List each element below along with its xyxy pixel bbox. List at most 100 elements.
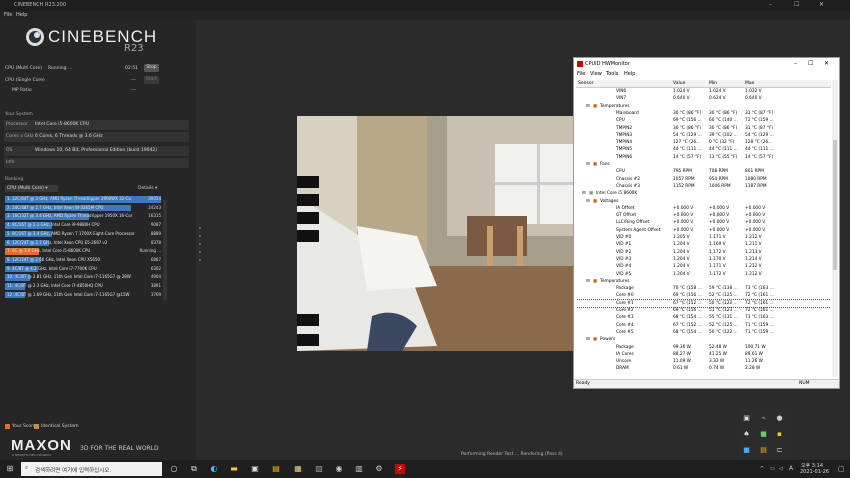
- hw-scrollbar-thumb[interactable]: [833, 140, 837, 270]
- gear-icon[interactable]: ⚙: [374, 464, 384, 474]
- tray-chevron-icon[interactable]: ^: [760, 466, 764, 472]
- ranking-item[interactable]: 2. 24C/48T @ 2.7 GHz, Intel Xeon W-3265M…: [5, 204, 161, 212]
- close-button[interactable]: ✕: [819, 1, 824, 8]
- ranking-item[interactable]: 7. 6C @ 3.6 GHz, Intel Core i5-8600K CPU…: [5, 248, 161, 255]
- ranking-item[interactable]: 5. 8C/16T @ 3.4 GHz, AMD Ryzen 7 1700X E…: [5, 230, 161, 238]
- hw-menu-help[interactable]: Help: [624, 71, 635, 77]
- col-sensor[interactable]: Sensor: [578, 81, 593, 86]
- hw-group-row[interactable]: ⊟ ■ Voltages: [576, 198, 831, 205]
- minimize-button[interactable]: –: [769, 1, 772, 8]
- hw-sensor-row[interactable]: TMPIN5 44 °C (111 ... 44 °C (111 ... 44 °C …: [576, 146, 831, 153]
- hw-menu-tools[interactable]: Tools: [606, 71, 618, 77]
- hw-sensor-row[interactable]: Package 99.36 W 52.48 W 100.71 W: [576, 344, 831, 351]
- maximize-button[interactable]: ☐: [794, 1, 799, 8]
- tray-device-icon[interactable]: ⊏: [775, 446, 784, 455]
- tray-lock-icon[interactable]: ▪: [775, 430, 784, 439]
- hw-sensor-row[interactable]: LLC/Ring Offset +0.000 V +0.000 V +0.000 V: [576, 219, 831, 226]
- hw-group-row[interactable]: ⊟ ■ Temperatures: [576, 103, 831, 110]
- ranking-scrollbar[interactable]: [163, 200, 167, 300]
- edge-icon[interactable]: ◐: [209, 464, 219, 474]
- col-min[interactable]: Min: [709, 81, 717, 86]
- hw-sensor-row[interactable]: VID #4 1.204 V 1.171 V 1.212 V: [576, 263, 831, 270]
- ranking-item[interactable]: 1. 32C/64T @ 3 GHz, AMD Ryzen Threadripp…: [5, 196, 161, 203]
- hw-sensor-row[interactable]: VID #2 1.204 V 1.172 V 1.213 V: [576, 249, 831, 256]
- tray-nvidia-icon[interactable]: ■: [759, 430, 768, 439]
- splitter-handle[interactable]: [197, 227, 203, 267]
- ranking-item[interactable]: 10. 4C/8T @ 2.81 GHz, 11th Gen Intel Cor…: [5, 274, 161, 281]
- ranking-item[interactable]: 8. 12C/24T @ 2.66 GHz, Intel Xeon CPU X5…: [5, 256, 161, 264]
- hw-sensor-row[interactable]: DRAM 0.61 W 0.74 W 2.28 W: [576, 365, 831, 372]
- hw-group-row[interactable]: ⊟ ■ Temperatures: [576, 278, 831, 285]
- tray-gamepad-icon[interactable]: ♠: [742, 430, 751, 439]
- menu-file[interactable]: File: [4, 12, 12, 18]
- app-icon-2[interactable]: ▦: [293, 464, 303, 474]
- volume-icon[interactable]: ◁: [779, 466, 783, 472]
- hw-maximize-button[interactable]: ☐: [808, 60, 813, 67]
- hw-sensor-row[interactable]: TMPIN6 14 °C (57 °F) 13 °C (55 °F) 14 °C (5…: [576, 154, 831, 161]
- hw-sensor-row[interactable]: System Agent Offset +0.000 V +0.000 V +0.00…: [576, 227, 831, 234]
- tree-collapse-icon[interactable]: ⊟: [582, 191, 586, 196]
- ranking-item[interactable]: 4. 8C/16T @ 2.3 GHz, Intel Core i9-9880H…: [5, 222, 161, 229]
- tree-collapse-icon[interactable]: ⊟: [586, 104, 590, 109]
- hw-sensor-row[interactable]: Mainboard 30 °C (86 °F) 30 °C (86 °F) 31 °C…: [576, 110, 831, 117]
- notification-icon[interactable]: ▢: [838, 465, 845, 473]
- windows-start-icon[interactable]: ⊞: [5, 464, 15, 474]
- hw-minimize-button[interactable]: –: [794, 60, 797, 67]
- hw-sensor-row[interactable]: CPU 69 °C (156 ... 60 °C (140 ... 71 °C (15…: [576, 117, 831, 124]
- hw-sensor-row[interactable]: VID #3 1.204 V 1.170 V 1.214 V: [576, 256, 831, 263]
- ranking-dropdown[interactable]: CPU (Multi Core) ▾: [5, 185, 58, 192]
- hw-sensor-row[interactable]: VID #1 1.204 V 1.169 V 1.211 V: [576, 241, 831, 248]
- hw-sensor-row[interactable]: VIN6 1.024 V 1.024 V 1.032 V: [576, 88, 831, 95]
- tree-collapse-icon[interactable]: ⊟: [586, 279, 590, 284]
- stop-button[interactable]: Stop: [144, 64, 159, 72]
- hw-group-row[interactable]: ⊟ ■ Intel Core i5 8600K: [576, 190, 831, 197]
- store-icon[interactable]: ▣: [250, 464, 260, 474]
- details-button[interactable]: Details ▾: [138, 186, 157, 191]
- app-icon[interactable]: ▤: [271, 464, 281, 474]
- hw-sensor-row[interactable]: TMPIN2 30 °C (86 °F) 30 °C (86 °F) 31 °C (8…: [576, 125, 831, 132]
- hw-sensor-row[interactable]: CPU 795 RPM 708 RPM 801 RPM: [576, 168, 831, 175]
- hw-sensor-row[interactable]: Core #4 67 °C (152 ... 52 °C (125 ... 71 °C…: [576, 322, 831, 329]
- hw-sensor-row[interactable]: Core #0 69 °C (156 ... 52 °C (125 ... 72 °C…: [576, 292, 831, 299]
- hw-sensor-row[interactable]: VID #0 1.205 V 1.171 V 1.212 V: [576, 234, 831, 241]
- col-value[interactable]: Value: [673, 81, 685, 86]
- hw-sensor-row[interactable]: Core #3 68 °C (154 ... 55 °C (131 ... 73 °C…: [576, 314, 831, 321]
- hw-menu-view[interactable]: View: [590, 71, 602, 77]
- tray-usb-icon[interactable]: ⌁: [759, 414, 768, 423]
- hw-sensor-row[interactable]: Chassis #3 1152 RPM 1046 RPM 1187 RPM: [576, 183, 831, 190]
- ranking-item[interactable]: 11. 4C/8T @ 2.3 GHz, Intel Core i7-4850H…: [5, 283, 161, 290]
- steam-icon[interactable]: ◉: [334, 464, 344, 474]
- cinebench-taskbar-icon[interactable]: ⚡: [395, 464, 405, 474]
- tree-collapse-icon[interactable]: ⊟: [586, 199, 590, 204]
- clock-date[interactable]: 2021-01-26: [800, 469, 829, 475]
- hw-sensor-row[interactable]: Core #1 67 °C (152 ... 50 °C (122 ... 72 °C…: [576, 298, 831, 309]
- menu-help[interactable]: Help: [16, 12, 27, 18]
- cortana-icon[interactable]: ○: [169, 464, 179, 474]
- ranking-item[interactable]: 9. 4C/8T @ 4.2 GHz, Intel Core i7-7700K …: [5, 265, 161, 273]
- hw-sensor-row[interactable]: VID #5 1.204 V 1.172 V 1.212 V: [576, 271, 831, 278]
- hw-group-row[interactable]: ⊟ ■ Powers: [576, 336, 831, 343]
- hw-sensor-row[interactable]: Package 70 °C (158 ... 59 °C (138 ... 73 °C…: [576, 285, 831, 292]
- hw-sensor-row[interactable]: TMPIN4 127 °C (26... 0 °C (32 °F) 128 °C (2…: [576, 139, 831, 146]
- file-explorer-icon[interactable]: ▬: [229, 464, 239, 474]
- task-view-icon[interactable]: ⧉: [189, 464, 199, 474]
- hw-sensor-row[interactable]: IA Offset +0.000 V +0.000 V +0.000 V: [576, 205, 831, 212]
- hw-scrollbar[interactable]: [832, 80, 838, 377]
- hw-sensor-row[interactable]: Core #5 68 °C (154 ... 50 °C (122 ... 71 °C…: [576, 329, 831, 336]
- start-button[interactable]: Start: [144, 76, 159, 84]
- app-icon-3[interactable]: ▧: [314, 464, 324, 474]
- hw-close-button[interactable]: ✕: [824, 60, 829, 67]
- ranking-item[interactable]: 12. 4C/8T @ 1.69 GHz, 11th Gen Intel Cor…: [5, 291, 161, 299]
- ime-indicator[interactable]: A: [789, 465, 793, 472]
- hw-sensor-row[interactable]: GT Offset +0.000 V +0.000 V +0.000 V: [576, 212, 831, 219]
- app-icon-4[interactable]: ▥: [354, 464, 364, 474]
- hw-group-row[interactable]: ⊟ ■ Fans: [576, 161, 831, 168]
- tray-gear-icon[interactable]: ●: [775, 414, 784, 423]
- hw-sensor-row[interactable]: VIN7 0.640 V 0.624 V 0.640 V: [576, 95, 831, 102]
- tree-collapse-icon[interactable]: ⊟: [586, 162, 590, 167]
- hw-sensor-row[interactable]: Chassis #2 1057 RPM 954 RPM 1080 RPM: [576, 176, 831, 183]
- ranking-item[interactable]: 3. 16C/32T @ 3.4 GHz, AMD Ryzen Threadri…: [5, 213, 161, 220]
- hw-sensor-row[interactable]: Core #2 69 °C (156 ... 51 °C (123 ... 72 °C…: [576, 307, 831, 314]
- hw-sensor-row[interactable]: Uncore 11.09 W 3.32 W 11.26 W: [576, 358, 831, 365]
- taskbar-search[interactable]: ⌕ 검색하려면 여기에 입력하십시오.: [21, 462, 162, 476]
